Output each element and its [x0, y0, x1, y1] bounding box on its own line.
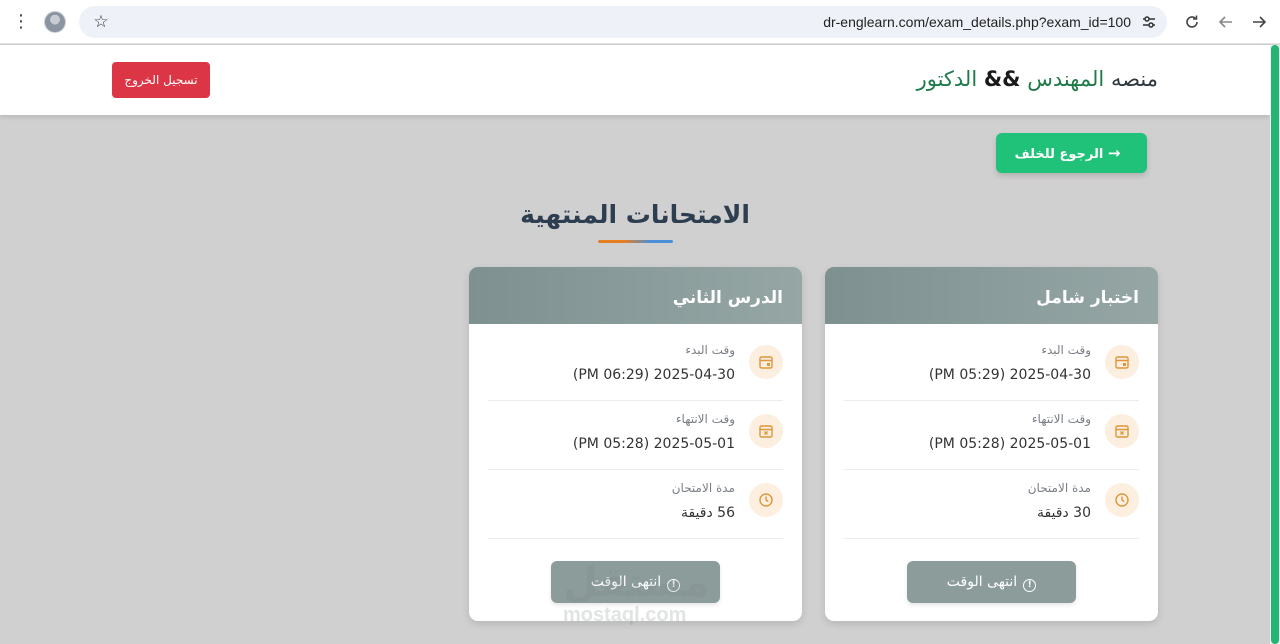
duration-value: 56 دقيقة: [680, 505, 735, 521]
arrow-right-icon[interactable]: [1249, 12, 1269, 32]
exam-title: اختبار شامل: [1036, 288, 1139, 308]
duration-value: 30 دقيقة: [1036, 505, 1091, 521]
calendar-x-icon: [749, 414, 783, 448]
star-icon[interactable]: ☆: [91, 11, 111, 33]
time-ended-button[interactable]: ! انتهى الوقت: [551, 561, 720, 603]
start-time-row: وقت البدء 2025-04-30 (06:29 PM): [488, 332, 783, 401]
reload-icon[interactable]: [1182, 12, 1202, 32]
title-underline: [598, 240, 673, 243]
clock-icon: [749, 483, 783, 517]
browser-toolbar: ⋮ ☆ dr-englearn.com/exam_details.php?exa…: [0, 0, 1280, 44]
exam-card: الدرس الثاني وقت البدء 2025-04-30 (06:29…: [469, 267, 802, 621]
exam-title: الدرس الثاني: [672, 288, 783, 308]
calendar-icon: [749, 345, 783, 379]
end-time-label: وقت الانتهاء: [675, 412, 735, 426]
site-brand[interactable]: منصه المهندس && الدكتور: [917, 67, 1158, 91]
scrollbar-thumb[interactable]: [1271, 45, 1279, 644]
arrow-right-icon: →: [1107, 144, 1121, 162]
start-time-value: 2025-04-30 (06:29 PM): [572, 367, 735, 383]
brand-word: الدكتور: [916, 67, 978, 91]
profile-avatar[interactable]: [44, 11, 66, 33]
calendar-x-icon: [1105, 414, 1139, 448]
brand-word: منصه: [1110, 67, 1158, 91]
end-time-row: وقت الانتهاء 2025-05-01 (05:28 PM): [488, 401, 783, 470]
start-time-value: 2025-04-30 (05:29 PM): [928, 367, 1091, 383]
time-ended-button[interactable]: ! انتهى الوقت: [907, 561, 1076, 603]
address-bar[interactable]: ☆ dr-englearn.com/exam_details.php?exam_…: [79, 6, 1167, 38]
end-time-label: وقت الانتهاء: [1031, 412, 1091, 426]
page-scrollbar[interactable]: [1270, 45, 1280, 644]
back-button[interactable]: → الرجوع للخلف: [996, 133, 1147, 173]
start-time-row: وقت البدء 2025-04-30 (05:29 PM): [844, 332, 1139, 401]
start-time-label: وقت البدء: [685, 343, 735, 357]
tune-icon[interactable]: [1141, 14, 1157, 30]
time-ended-label: انتهى الوقت: [946, 574, 1018, 590]
duration-row: مدة الامتحان 56 دقيقة: [488, 470, 783, 539]
calendar-icon: [1105, 345, 1139, 379]
info-circle-icon: !: [1023, 579, 1037, 592]
exam-card: اختبار شامل وقت البدء 2025-04-30 (05:29 …: [825, 267, 1158, 621]
arrow-left-icon[interactable]: [1216, 12, 1236, 32]
back-button-label: الرجوع للخلف: [1014, 147, 1104, 162]
info-circle-icon: !: [667, 579, 681, 592]
duration-label: مدة الامتحان: [671, 481, 735, 495]
duration-label: مدة الامتحان: [1027, 481, 1091, 495]
end-time-row: وقت الانتهاء 2025-05-01 (05:28 PM): [844, 401, 1139, 470]
time-ended-label: انتهى الوقت: [590, 574, 662, 590]
start-time-label: وقت البدء: [1041, 343, 1091, 357]
clock-icon: [1105, 483, 1139, 517]
url-text[interactable]: dr-englearn.com/exam_details.php?exam_id…: [823, 14, 1131, 30]
kebab-menu-icon[interactable]: ⋮: [12, 11, 30, 33]
end-time-value: 2025-05-01 (05:28 PM): [928, 436, 1091, 452]
exam-card-header: اختبار شامل: [825, 267, 1158, 324]
duration-row: مدة الامتحان 30 دقيقة: [844, 470, 1139, 539]
brand-word: المهندس: [1027, 67, 1105, 91]
logout-button[interactable]: تسجيل الخروج: [112, 62, 210, 98]
end-time-value: 2025-05-01 (05:28 PM): [572, 436, 735, 452]
exam-card-header: الدرس الثاني: [469, 267, 802, 324]
site-header: منصه المهندس && الدكتور تسجيل الخروج: [0, 45, 1270, 115]
page-title: الامتحانات المنتهية: [520, 200, 750, 229]
brand-ampersand: &&: [983, 67, 1021, 91]
